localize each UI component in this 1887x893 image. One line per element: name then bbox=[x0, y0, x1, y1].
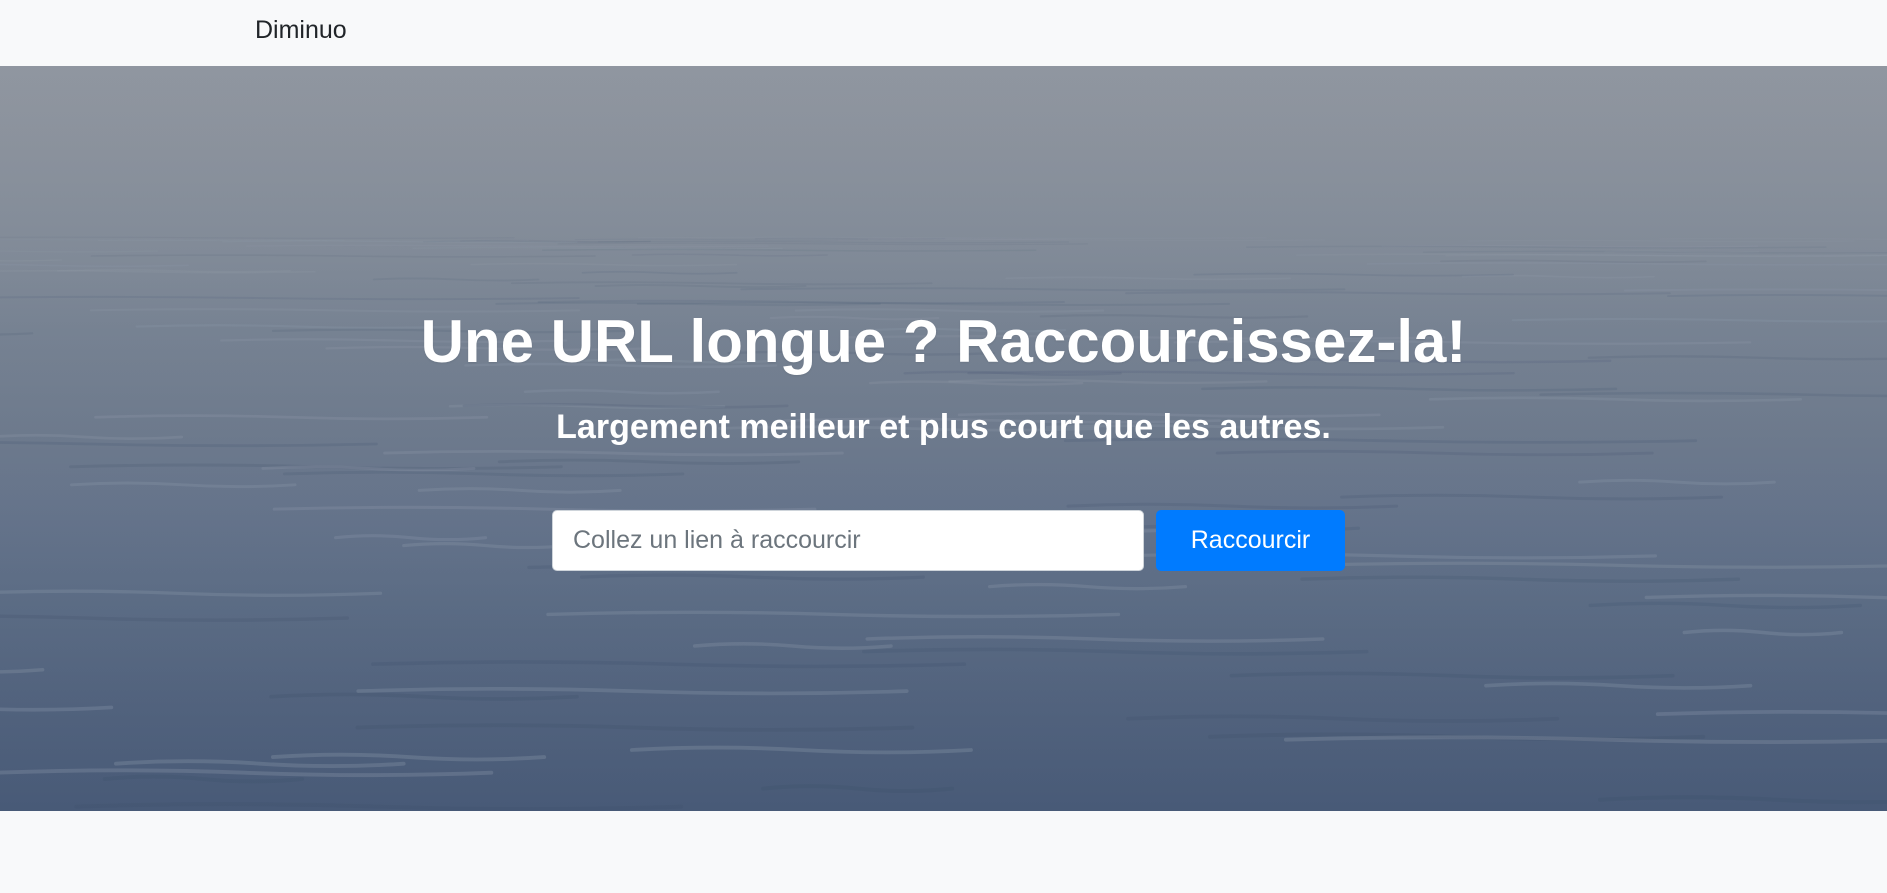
hero-section: Une URL longue ? Raccourcissez-la! Large… bbox=[0, 66, 1887, 811]
shorten-button[interactable]: Raccourcir bbox=[1156, 510, 1345, 571]
hero-title: Une URL longue ? Raccourcissez-la! bbox=[420, 308, 1467, 375]
hero-content: Une URL longue ? Raccourcissez-la! Large… bbox=[0, 66, 1887, 811]
brand-link[interactable]: Diminuo bbox=[255, 16, 347, 45]
url-input[interactable] bbox=[552, 510, 1144, 571]
hero-subtitle: Largement meilleur et plus court que les… bbox=[556, 408, 1331, 446]
shorten-url-form: Raccourcir bbox=[552, 510, 1345, 571]
top-navbar: Diminuo bbox=[0, 0, 1887, 66]
